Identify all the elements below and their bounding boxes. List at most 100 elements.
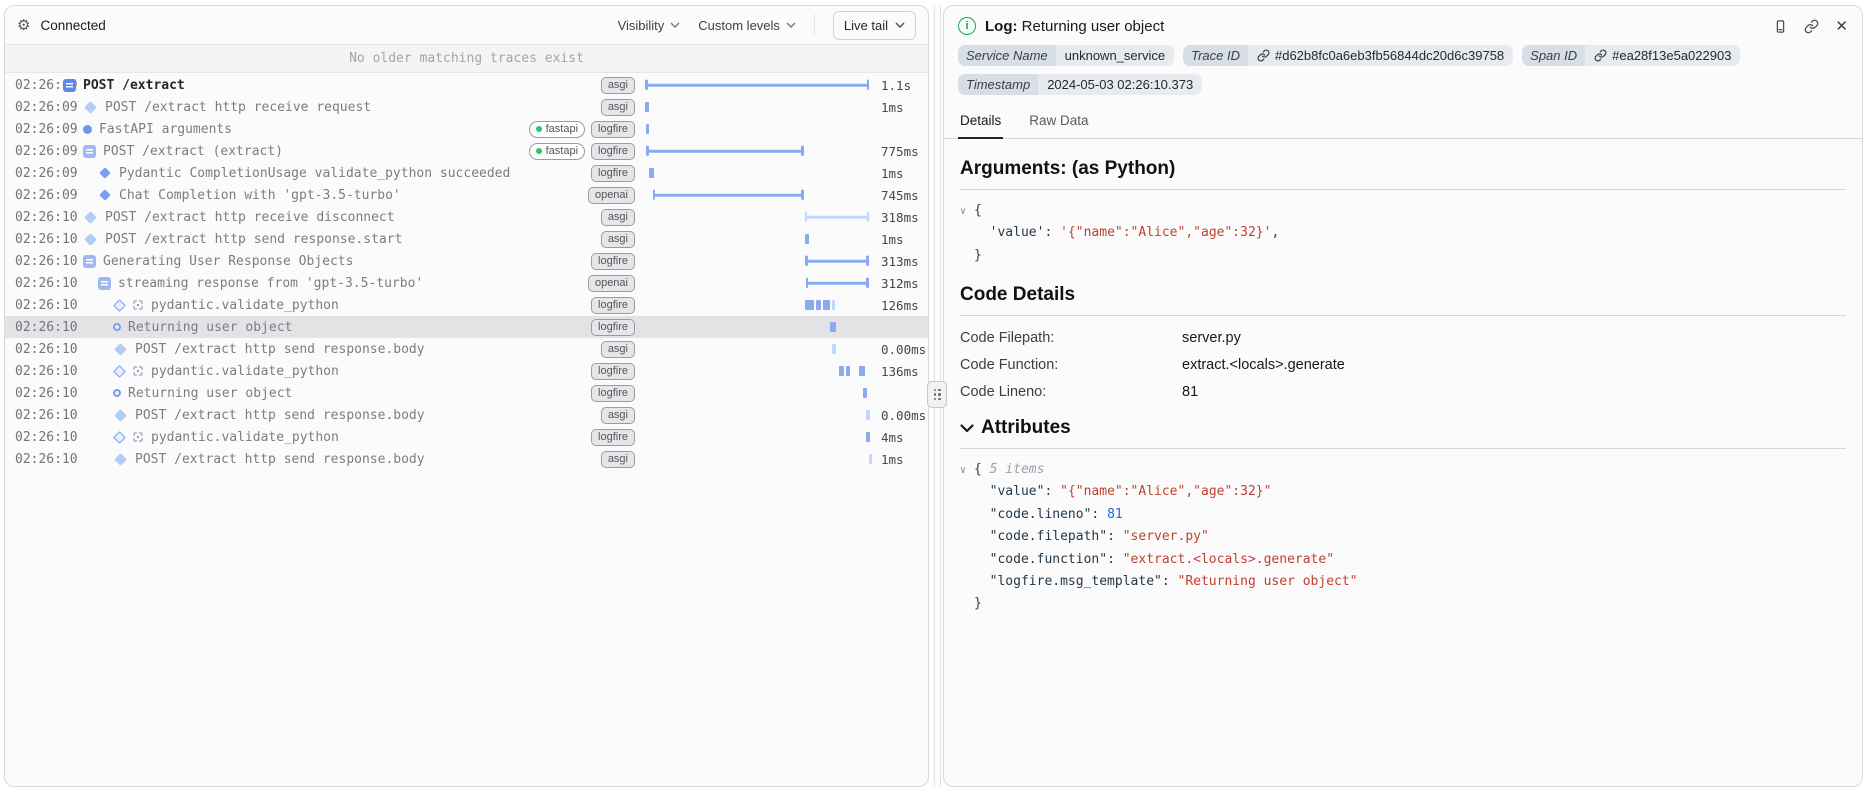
trace-timeline xyxy=(643,338,875,360)
trace-tags: logfire xyxy=(591,319,635,336)
trace-row[interactable]: 02:26:10Generating User Response Objects… xyxy=(5,250,928,272)
trace-id-badge[interactable]: Trace ID #d62b8fc0a6eb3fb56844dc20d6c397… xyxy=(1183,45,1513,66)
trace-timeline xyxy=(643,250,875,272)
live-tail-button[interactable]: Live tail xyxy=(833,11,916,40)
code-token: "{"name":"Alice","age":32}" xyxy=(1060,484,1271,499)
code-token: } xyxy=(974,248,982,263)
trace-duration: 136ms xyxy=(875,364,928,379)
close-icon[interactable]: ✕ xyxy=(1835,19,1848,34)
collapse-toggle[interactable]: ∨ xyxy=(960,462,974,479)
trace-timeline xyxy=(643,382,875,404)
tag-pill: asgi xyxy=(601,77,635,94)
validate-icon xyxy=(113,365,144,377)
code-line: ∨{ 5 items xyxy=(960,459,1846,481)
visibility-dropdown[interactable]: Visibility xyxy=(618,18,681,33)
trace-label: streaming response from 'gpt-3.5-turbo' xyxy=(118,276,423,291)
trace-timestamp: 02:26:10 xyxy=(5,320,63,335)
trace-timeline xyxy=(643,74,875,96)
trace-tags: fastapilogfire xyxy=(529,121,635,138)
collapse-toggle[interactable]: ∨ xyxy=(960,203,974,220)
trace-tags: logfire xyxy=(591,363,635,380)
trace-row[interactable]: 02:26:09POST /extractasgi1.1s xyxy=(5,74,928,96)
trace-panel: ⚙ Connected Visibility Custom levels Liv… xyxy=(4,5,929,787)
trace-row[interactable]: 02:26:10 POST /extract http send response… xyxy=(5,338,928,360)
trace-tags: asgi xyxy=(601,451,635,468)
divider xyxy=(960,315,1846,316)
code-line: ∨{ xyxy=(960,200,1846,222)
tag-pill: logfire xyxy=(591,319,635,336)
code-token: 5 items xyxy=(990,462,1045,477)
trace-timestamp: 02:26:09 xyxy=(5,122,63,137)
trace-row[interactable]: 02:26:09POST /extract http receive reque… xyxy=(5,96,928,118)
trace-bar xyxy=(832,300,835,310)
tab-raw-data[interactable]: Raw Data xyxy=(1027,105,1090,138)
diamond-icon xyxy=(113,365,126,378)
chevron-down-icon[interactable] xyxy=(960,424,974,433)
trace-timeline xyxy=(643,272,875,294)
custom-levels-dropdown[interactable]: Custom levels xyxy=(698,18,796,33)
trace-row[interactable]: 02:26:10Returning user objectlogfire xyxy=(5,382,928,404)
code-token: { xyxy=(974,203,982,218)
code-token: "Returning user object" xyxy=(1178,574,1358,589)
trace-tags: fastapi logfire xyxy=(529,143,635,160)
panel-view-icon[interactable] xyxy=(1773,19,1788,34)
trace-label: pydantic.validate_python xyxy=(151,430,339,445)
link-icon xyxy=(1594,49,1607,62)
tag-pill: logfire xyxy=(591,143,635,160)
trace-label: POST /extract http send response.body xyxy=(135,342,425,357)
trace-bar xyxy=(839,366,844,376)
code-token: : xyxy=(1091,507,1107,522)
trace-row[interactable]: 02:26:10POST /extract http receive disco… xyxy=(5,206,928,228)
trace-bar xyxy=(653,194,804,197)
trace-duration: 126ms xyxy=(875,298,928,313)
trace-bar xyxy=(863,388,867,398)
trace-label: Pydantic CompletionUsage validate_python… xyxy=(119,166,510,181)
trace-duration: 1.1s xyxy=(875,78,928,93)
trace-tags: asgi xyxy=(601,407,635,424)
service-name-badge: Service Name unknown_service xyxy=(958,45,1174,66)
trace-row[interactable]: 02:26:09Chat Completion with 'gpt-3.5-tu… xyxy=(5,184,928,206)
trace-tags: asgi xyxy=(601,99,635,116)
trace-row[interactable]: 02:26:09FastAPI argumentsfastapilogfire xyxy=(5,118,928,140)
span-icon xyxy=(83,145,96,158)
trace-row-content: POST /extract xyxy=(63,78,601,93)
tab-details[interactable]: Details xyxy=(958,105,1003,139)
trace-row[interactable]: 02:26:09Pydantic CompletionUsage validat… xyxy=(5,162,928,184)
log-icon xyxy=(113,389,121,397)
panel-resize-handle[interactable] xyxy=(927,381,947,408)
trace-timestamp: 02:26:10 xyxy=(5,364,63,379)
chevron-down-icon xyxy=(670,22,680,28)
trace-row[interactable]: 02:26:10POST /extract http send response… xyxy=(5,448,928,470)
http-event-icon xyxy=(114,409,127,422)
arguments-heading: Arguments: (as Python) xyxy=(960,158,1846,180)
trace-duration: 775ms xyxy=(875,144,928,159)
copy-link-icon[interactable] xyxy=(1804,19,1819,34)
trace-tags: asgi xyxy=(601,209,635,226)
drag-dots-icon xyxy=(934,389,941,401)
trace-row[interactable]: 02:26:10pydantic.validate_pythonlogfire1… xyxy=(5,294,928,316)
trace-row-content: POST /extract http send response.body xyxy=(63,452,601,467)
tag-pill: fastapi xyxy=(529,143,585,160)
attributes-code-block: ∨{ 5 items "value": "{"name":"Alice","ag… xyxy=(960,459,1846,616)
arguments-code-block: ∨{ 'value': '{"name":"Alice","age":32}',… xyxy=(960,200,1846,267)
trace-row[interactable]: 02:26:10Returning user objectlogfire xyxy=(5,316,928,338)
span-id-badge[interactable]: Span ID #ea28f13e5a022903 xyxy=(1522,45,1740,66)
trace-timestamp: 02:26:10 xyxy=(5,342,63,357)
gear-icon[interactable]: ⚙ xyxy=(17,18,30,33)
trace-row[interactable]: 02:26:10pydantic.validate_pythonlogfire4… xyxy=(5,426,928,448)
trace-timeline xyxy=(643,162,875,184)
trace-timeline xyxy=(643,184,875,206)
trace-row[interactable]: 02:26:10pydantic.validate_pythonlogfire1… xyxy=(5,360,928,382)
trace-row[interactable]: 02:26:10POST /extract http send response… xyxy=(5,228,928,250)
code-line: "logfire.msg_template": "Returning user … xyxy=(960,571,1846,593)
trace-row[interactable]: 02:26:10streaming response from 'gpt-3.5… xyxy=(5,272,928,294)
trace-timeline xyxy=(643,426,875,448)
trace-timestamp: 02:26:10 xyxy=(5,430,63,445)
trace-row[interactable]: 02:26:10POST /extract http send response… xyxy=(5,404,928,426)
trace-row[interactable]: 02:26:09POST /extract (extract)fastapilo… xyxy=(5,140,928,162)
http-event-icon xyxy=(84,211,97,224)
trace-duration: 1ms xyxy=(875,232,928,247)
trace-timeline xyxy=(643,360,875,382)
trace-timeline xyxy=(643,228,875,250)
code-token: } xyxy=(974,596,982,611)
